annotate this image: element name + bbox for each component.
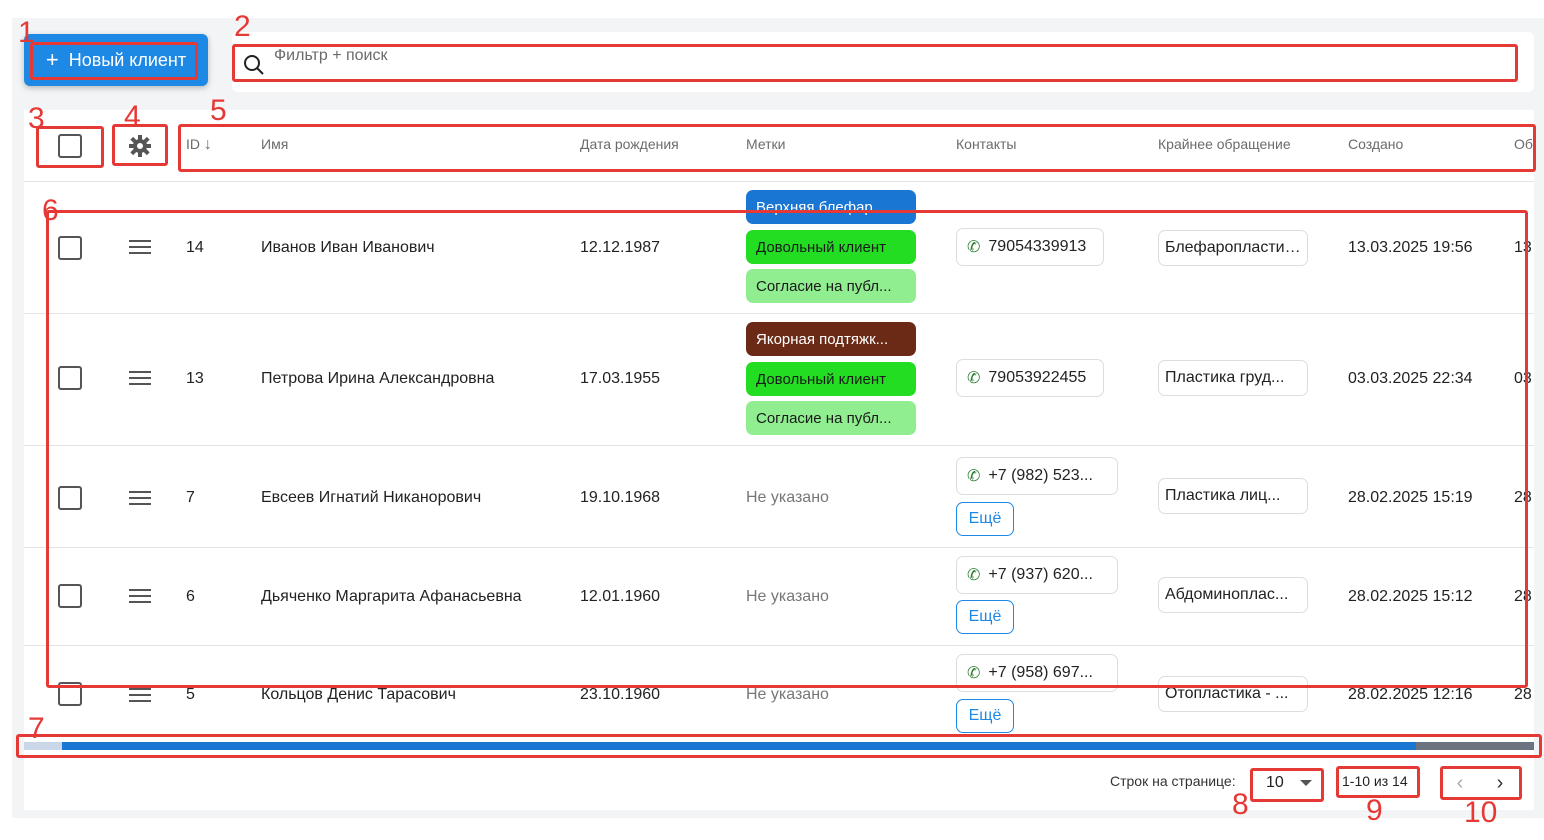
annotation-box-8 [1250, 768, 1324, 802]
annotation-box-5 [178, 124, 1536, 172]
annotation-box-10 [1440, 766, 1522, 800]
annotation-number: 3 [28, 102, 45, 135]
annotation-number: 1 [18, 16, 35, 49]
screen: + Новый клиент ID ↓ Имя Дата рождения Ме… [0, 0, 1544, 840]
cell-id: 5 [186, 686, 195, 703]
cell-created: 28.02.2025 12:16 [1348, 686, 1473, 703]
cell-name[interactable]: Кольцов Денис Тарасович [261, 686, 456, 704]
annotation-number: 8 [1232, 788, 1249, 821]
rows-per-page-label: Строк на странице: [1110, 773, 1236, 789]
annotation-number: 7 [28, 712, 45, 745]
annotation-number: 4 [124, 100, 141, 133]
annotation-box-6 [46, 210, 1528, 688]
more-contacts-button[interactable]: Ещё [956, 699, 1014, 733]
annotation-number: 2 [234, 10, 251, 43]
cell-overflow: 28 [1514, 686, 1532, 703]
annotation-number: 9 [1366, 794, 1383, 827]
tags-empty: Не указано [746, 686, 829, 703]
menu-icon[interactable] [129, 688, 151, 702]
cell-birth: 23.10.1960 [580, 686, 661, 703]
annotation-number: 10 [1464, 796, 1498, 829]
annotation-box-1 [30, 42, 198, 80]
annotation-number: 6 [42, 194, 59, 227]
annotation-box-7 [16, 734, 1542, 758]
annotation-number: 5 [210, 94, 227, 127]
annotation-box-3 [36, 126, 104, 168]
annotation-box-2 [232, 44, 1518, 82]
